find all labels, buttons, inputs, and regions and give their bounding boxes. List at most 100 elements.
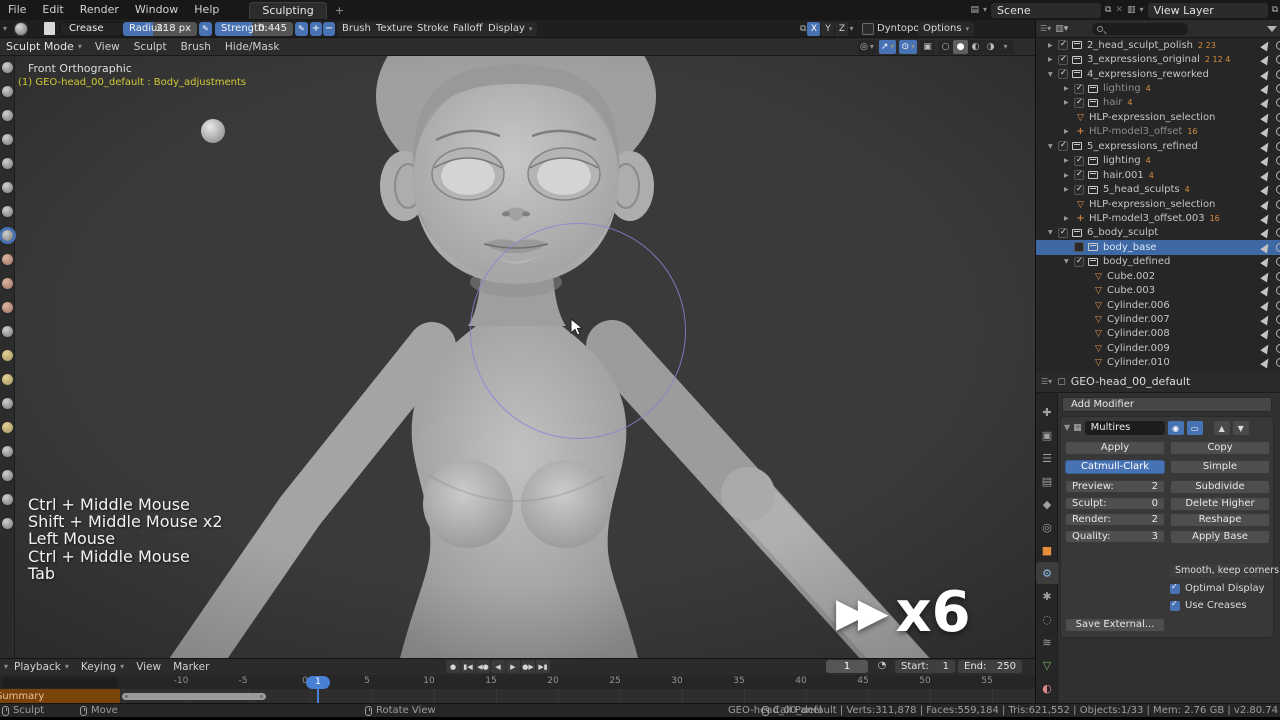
expand-arrow-icon[interactable]: ▶ — [1048, 42, 1058, 49]
data-tab-icon[interactable]: ▽ — [1036, 654, 1058, 676]
expand-arrow-icon[interactable]: ▶ — [1064, 128, 1074, 135]
visibility-eye-icon[interactable] — [1276, 358, 1280, 368]
outliner-row[interactable]: ▶ lighting 4 — [1036, 154, 1280, 168]
radius-pressure-icon[interactable]: ✎ — [199, 22, 212, 36]
visibility-eye-icon[interactable] — [1276, 185, 1280, 195]
outliner-row[interactable]: ▶ hair.001 4 — [1036, 168, 1280, 182]
viewport-menu-item[interactable]: Hide/Mask — [218, 38, 287, 56]
output-tab-icon[interactable]: ☰ — [1036, 447, 1058, 469]
selectable-icon[interactable] — [1260, 313, 1272, 326]
active-brush-icon[interactable] — [14, 22, 28, 36]
editor-type-chevron[interactable]: ▾ — [0, 660, 8, 674]
marker-menu[interactable]: Marker — [167, 659, 215, 675]
dyntopo-toggle-icon[interactable] — [862, 23, 874, 35]
overlays-toggle-icon[interactable]: ⊙ ▾ — [899, 40, 917, 54]
outliner-row[interactable]: HLP-expression_selection — [1036, 110, 1280, 124]
expand-arrow-icon[interactable]: ▶ — [1064, 99, 1074, 106]
selectable-icon[interactable] — [1260, 342, 1272, 355]
shading-solid-icon[interactable]: ● — [953, 40, 968, 54]
uv-smooth-dropdown[interactable]: Smooth, keep corners — [1170, 564, 1279, 578]
selectable-icon[interactable] — [1260, 356, 1272, 369]
selectable-icon[interactable] — [1260, 111, 1272, 124]
view-menu[interactable]: View — [130, 659, 167, 675]
shading-rendered-icon[interactable]: ◑ — [983, 40, 998, 54]
brush-tool-icon[interactable] — [2, 446, 13, 457]
outliner-row[interactable]: ▶ hair 4 — [1036, 96, 1280, 110]
world-tab-icon[interactable]: ◎ — [1036, 516, 1058, 538]
checkbox-icon[interactable] — [1058, 227, 1068, 238]
visibility-eye-icon[interactable] — [1276, 300, 1280, 310]
display-mode-icon[interactable]: ▥▾ — [1055, 24, 1068, 34]
options-dropdown[interactable]: Options ▾ — [918, 22, 975, 36]
visibility-eye-icon[interactable] — [1276, 343, 1280, 353]
outliner-row[interactable]: Cube.003 — [1036, 283, 1280, 297]
outliner-row[interactable]: ▶ 5_head_sculpts 4 — [1036, 182, 1280, 196]
add-brush-button[interactable]: + — [310, 22, 322, 36]
brush-tool-icon[interactable] — [2, 422, 13, 433]
brush-tool-icon[interactable] — [2, 110, 13, 121]
timeline-ruler[interactable]: -10 -5 0 5 10 15 20 25 30 35 40 45 50 55 — [0, 675, 1035, 689]
selectable-icon[interactable] — [1260, 284, 1272, 297]
level-field[interactable]: Render: 2 — [1065, 513, 1165, 526]
jump-to-end-button[interactable]: ▶▮ — [536, 660, 550, 673]
mirror-chevron[interactable]: ▾ — [849, 22, 853, 36]
visibility-eye-icon[interactable] — [1276, 98, 1280, 108]
level-field[interactable]: Preview: 2 — [1065, 480, 1165, 493]
outliner-row[interactable]: ▶ lighting 4 — [1036, 81, 1280, 95]
checkbox-icon[interactable] — [1074, 155, 1084, 166]
render-tab-icon[interactable]: ▣ — [1036, 424, 1058, 446]
visibility-eye-icon[interactable] — [1276, 112, 1280, 122]
active-brush-tool-icon[interactable] — [2, 230, 13, 241]
checkbox-icon[interactable] — [1058, 140, 1068, 152]
visibility-eye-icon[interactable] — [1276, 257, 1280, 267]
editor-type-chevron[interactable]: ☰▾ — [1040, 22, 1051, 36]
brush-tool-icon[interactable] — [2, 518, 13, 529]
visibility-eye-icon[interactable] — [1276, 329, 1280, 339]
view-layer-chevron[interactable]: ▾ — [1140, 3, 1144, 17]
visibility-eye-icon[interactable] — [1276, 40, 1280, 50]
jump-to-start-button[interactable]: ▮◀ — [461, 660, 475, 673]
visibility-eye-icon[interactable] — [1276, 127, 1280, 137]
viewport-menu-item[interactable]: Sculpt — [127, 38, 174, 56]
selectable-icon[interactable] — [1260, 97, 1272, 109]
brush-tool-icon[interactable] — [2, 494, 13, 505]
constraints-tab-icon[interactable]: ≋ — [1036, 631, 1058, 653]
brush-tool-icon[interactable] — [2, 278, 13, 289]
timeline-scrollbar[interactable] — [122, 693, 266, 700]
playback-menu[interactable]: Playback ▾ — [8, 659, 75, 675]
selectable-icon[interactable] — [1260, 68, 1272, 81]
playhead-badge[interactable]: 1 — [306, 676, 330, 689]
outliner-row[interactable]: Cylinder.009 — [1036, 341, 1280, 355]
viewport-menu-item[interactable]: Brush — [174, 38, 218, 56]
copy-button[interactable]: Copy — [1170, 441, 1270, 455]
level-field[interactable]: Sculpt: 0 — [1065, 496, 1165, 510]
auto-key-button[interactable]: ● — [446, 660, 460, 673]
view-layer-tab-icon[interactable]: ▤ — [1036, 470, 1058, 492]
subtract-brush-button[interactable]: − — [323, 22, 335, 36]
selectable-icon[interactable] — [1260, 241, 1272, 254]
visibility-eye-icon[interactable] — [1276, 199, 1280, 209]
selectable-icon[interactable] — [1260, 140, 1272, 153]
brush-tool-icon[interactable] — [2, 350, 13, 361]
checkbox-icon[interactable] — [1074, 97, 1084, 108]
brush-tool-icon[interactable] — [2, 62, 13, 73]
menu-item[interactable]: Edit — [34, 0, 71, 20]
expand-arrow-icon[interactable]: ▼ — [1064, 258, 1074, 265]
brush-tool-icon[interactable] — [2, 134, 13, 145]
expand-arrow-icon[interactable]: ▶ — [1064, 172, 1074, 179]
view-layer-selector[interactable]: View Layer — [1147, 2, 1268, 18]
filter-icon[interactable] — [1267, 25, 1277, 32]
outliner-row[interactable]: body_base — [1036, 240, 1280, 255]
keying-menu[interactable]: Keying ▾ — [75, 659, 130, 675]
timeline-channel-area[interactable]: Summary — [0, 689, 1035, 704]
display-dropdown[interactable]: Display ▾ — [483, 22, 538, 36]
checkbox-icon[interactable] — [1058, 39, 1068, 51]
outliner-row[interactable]: ▶ 2_head_sculpt_polish 2 23 — [1036, 38, 1280, 52]
3d-viewport[interactable]: Front Orthographic (1) GEO-head_00_defau… — [0, 56, 1035, 658]
visibility-eye-icon[interactable] — [1276, 242, 1280, 252]
gizmos-toggle-icon[interactable]: ↗ ▾ — [878, 40, 897, 54]
gizmo-dropdown-icon[interactable]: ◎ ▾ — [858, 40, 876, 54]
outliner-row[interactable]: ▼ 5_expressions_refined — [1036, 139, 1280, 153]
xray-toggle-icon[interactable]: ▣ — [920, 40, 935, 54]
modifier-action-button[interactable]: Reshape — [1170, 513, 1270, 527]
